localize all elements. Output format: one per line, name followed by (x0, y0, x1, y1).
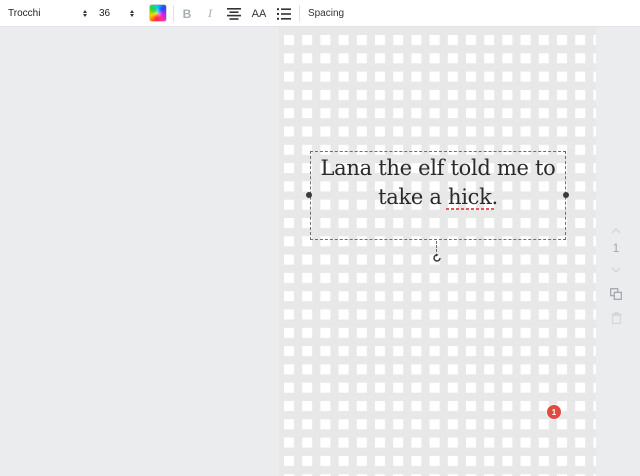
chevron-down-icon (611, 267, 621, 273)
italic-button[interactable]: I (203, 4, 217, 23)
text-box[interactable]: Lana the elf told me to take a hick. (310, 151, 566, 240)
list-button[interactable] (276, 4, 292, 23)
font-family-value: Trocchi (8, 8, 41, 19)
font-size-value: 36 (99, 8, 111, 19)
text-box-content[interactable]: Lana the elf told me to take a hick. (311, 154, 565, 212)
rotate-connector (436, 241, 437, 252)
bulleted-list-icon (277, 7, 291, 20)
page-number: 1 (612, 241, 620, 255)
toolbar-divider (299, 5, 300, 22)
trash-icon (611, 312, 621, 324)
rotate-icon (433, 253, 441, 262)
copy-page-button[interactable] (608, 286, 624, 302)
text-color-button[interactable] (149, 4, 167, 22)
select-caret-icon (82, 8, 88, 20)
bold-button[interactable]: B (180, 4, 194, 23)
toolbar-divider (173, 5, 174, 22)
letter-case-button[interactable]: AA (250, 4, 268, 23)
resize-handle-left[interactable] (306, 192, 312, 198)
delete-page-button[interactable] (608, 310, 624, 326)
select-caret-icon (129, 8, 135, 20)
spellcheck-underline (446, 208, 494, 210)
text-line: Lana the elf told me to (320, 156, 556, 180)
text-line: take a hick. (378, 185, 498, 209)
copy-page-icon (610, 288, 622, 300)
font-family-select[interactable]: Trocchi (8, 4, 88, 23)
align-button[interactable] (226, 4, 242, 23)
move-page-down-button[interactable] (608, 262, 624, 278)
spacing-button[interactable]: Spacing (308, 4, 344, 23)
move-page-up-button[interactable] (608, 223, 624, 239)
font-size-select[interactable]: 36 (99, 4, 135, 23)
rotate-handle[interactable] (431, 252, 443, 264)
resize-handle-right[interactable] (563, 192, 569, 198)
text-toolbar: Trocchi 36 B I AA Spacing (0, 0, 640, 27)
align-center-icon (227, 7, 241, 20)
chevron-up-icon (611, 228, 621, 234)
notification-badge[interactable]: 1 (547, 405, 561, 419)
